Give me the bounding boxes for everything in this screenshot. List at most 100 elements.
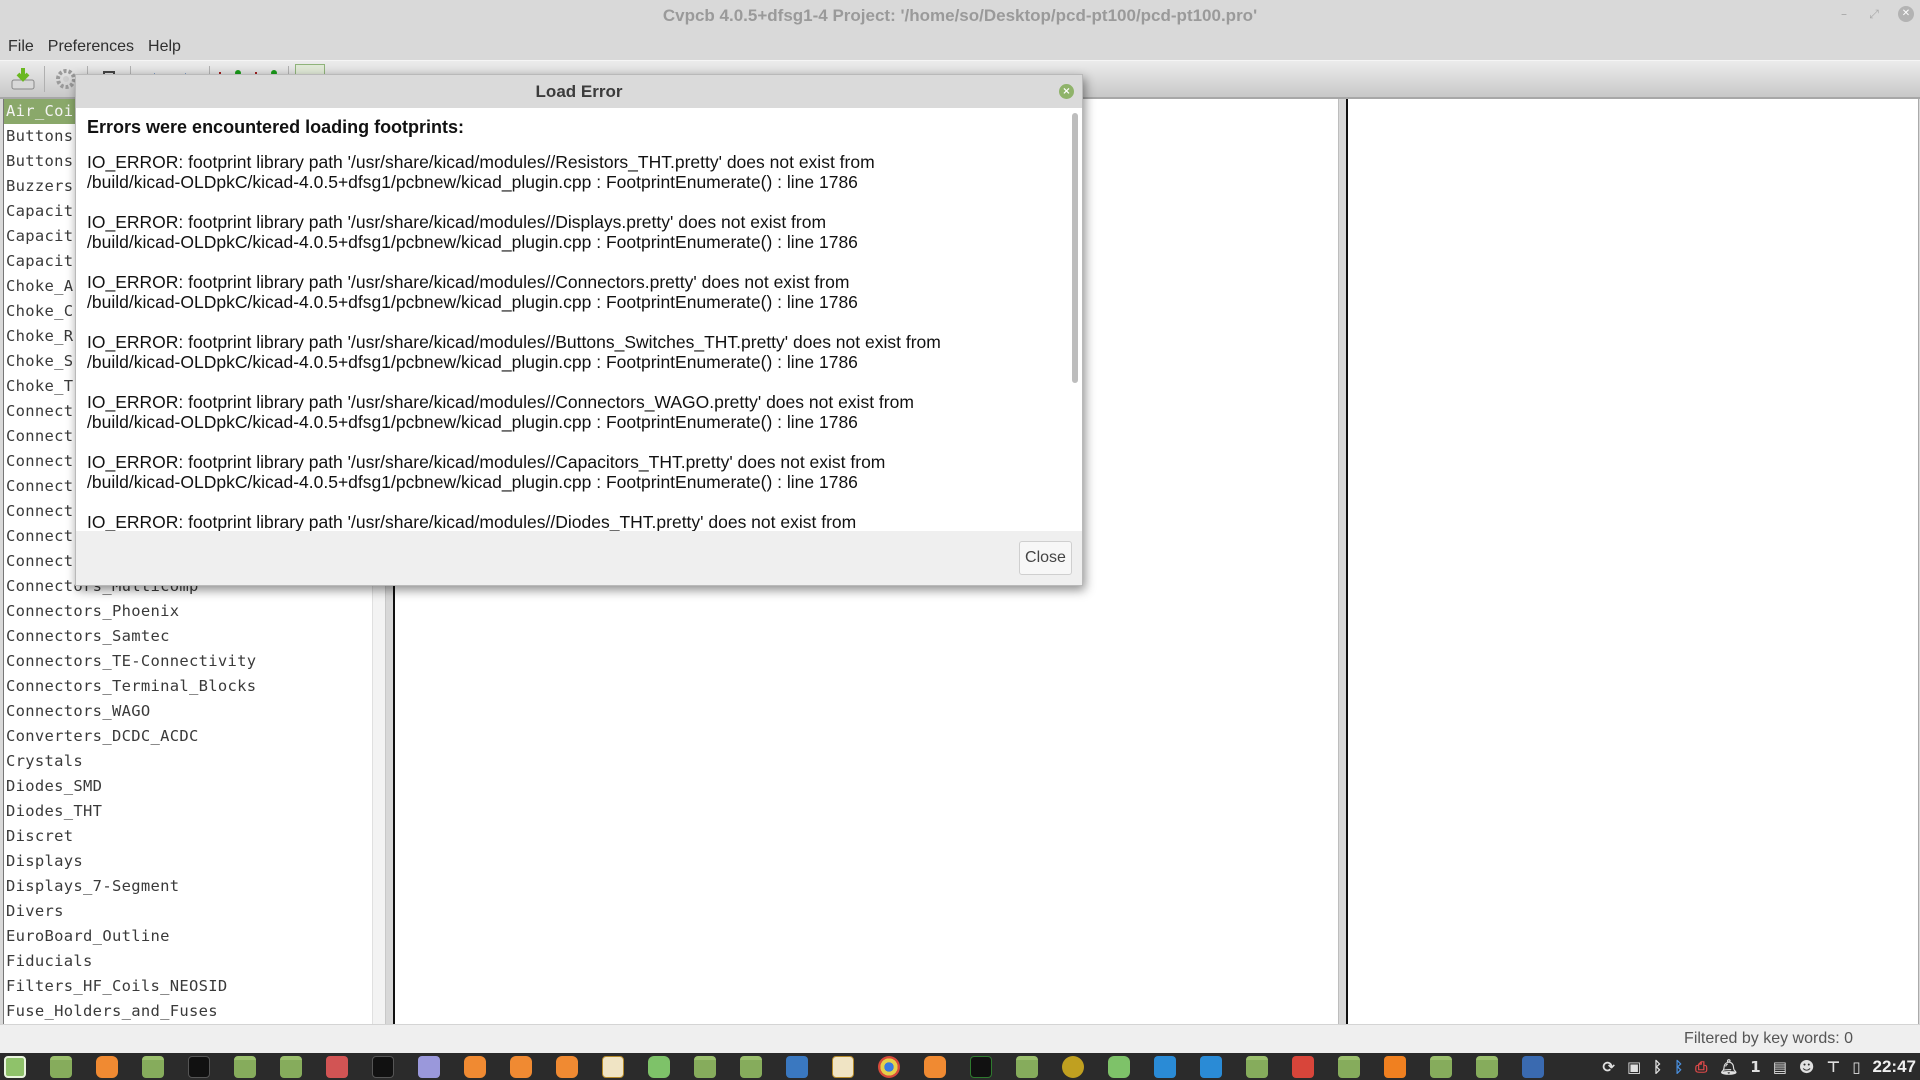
toolbar-separator <box>44 66 45 92</box>
save-button[interactable] <box>8 64 38 94</box>
gimp-icon[interactable] <box>1292 1055 1314 1078</box>
notification-count: 1 <box>1750 1057 1761 1076</box>
bluetooth-icon[interactable]: ᛒ <box>1653 1058 1662 1076</box>
firefox-icon[interactable] <box>556 1055 578 1078</box>
notifications-icon[interactable]: 🔔︎ <box>1719 1058 1738 1076</box>
kicad-icon[interactable] <box>832 1055 854 1078</box>
error-message: IO_ERROR: footprint library path '/usr/s… <box>87 452 886 472</box>
library-list-item[interactable]: Connectors_Samtec <box>4 624 372 649</box>
dialog-scroll-thumb[interactable] <box>1072 113 1078 383</box>
folder-icon[interactable] <box>280 1055 302 1078</box>
library-list-item[interactable]: Divers <box>4 899 372 924</box>
library-list-item[interactable]: Fiducials <box>4 949 372 974</box>
window-titlebar: Cvpcb 4.0.5+dfsg1-4 Project: '/home/so/D… <box>0 0 1920 34</box>
library-list-item[interactable]: Diodes_THT <box>4 799 372 824</box>
terminal-icon[interactable] <box>372 1055 394 1078</box>
error-message: IO_ERROR: footprint library path '/usr/s… <box>87 332 941 352</box>
folder-icon[interactable] <box>1476 1055 1498 1078</box>
error-source: /build/kicad-OLDpkC/kicad-4.0.5+dfsg1/pc… <box>87 352 858 372</box>
folder-icon[interactable] <box>1246 1055 1268 1078</box>
mint-menu-icon[interactable] <box>4 1055 26 1078</box>
update-icon[interactable]: ⟳ <box>1602 1058 1615 1076</box>
close-button[interactable]: Close <box>1019 541 1072 575</box>
menu-help[interactable]: Help <box>148 38 181 56</box>
library-list-item[interactable]: Connectors_Terminal_Blocks <box>4 674 372 699</box>
error-source: /build/kicad-OLDpkC/kicad-4.0.5+dfsg1/pc… <box>87 292 858 312</box>
minimize-icon[interactable]: – <box>1836 6 1852 22</box>
library-list-item[interactable]: Converters_DCDC_ACDC <box>4 724 372 749</box>
terminal-icon[interactable] <box>188 1055 210 1078</box>
error-source: /build/kicad-OLDpkC/kicad-4.0.5+dfsg1/pc… <box>87 412 858 432</box>
dialog-title: Load Error <box>535 82 623 101</box>
dialog-heading: Errors were encountered loading footprin… <box>87 117 465 137</box>
firefox-icon[interactable] <box>464 1055 486 1078</box>
firefox-icon[interactable] <box>96 1055 118 1078</box>
library-list-item[interactable]: Filters_HF_Coils_NEOSID <box>4 974 372 999</box>
text-editor-icon[interactable] <box>418 1055 440 1078</box>
library-list-item[interactable]: Connectors_TE-Connectivity <box>4 649 372 674</box>
workspace-icon[interactable]: ▤ <box>1773 1058 1787 1076</box>
show-desktop-icon[interactable] <box>50 1055 72 1078</box>
status-filter-text: Filtered by key words: 0 <box>1684 1030 1853 1047</box>
dialog-titlebar[interactable]: Load Error × <box>76 75 1082 108</box>
folder-icon[interactable] <box>234 1055 256 1078</box>
folder-icon[interactable] <box>694 1055 716 1078</box>
dialog-close-icon[interactable]: × <box>1059 84 1074 99</box>
footprint-list[interactable] <box>1346 99 1919 1024</box>
folder-icon[interactable] <box>142 1055 164 1078</box>
error-entry: IO_ERROR: footprint library path '/usr/s… <box>87 512 1071 531</box>
document-icon[interactable] <box>1200 1055 1222 1078</box>
library-list-item[interactable]: Displays_7-Segment <box>4 874 372 899</box>
taskbar: ⟳ ▣ ᛒ ᛒ ⎙ 🔔︎ 1 ▤ ☻ ⊤ ▯ 22:47 <box>0 1053 1920 1080</box>
network-icon[interactable]: ⊤ <box>1827 1058 1841 1076</box>
upload-app-icon[interactable] <box>1108 1055 1130 1078</box>
close-window-icon[interactable]: ✕ <box>1898 6 1914 22</box>
error-entry: IO_ERROR: footprint library path '/usr/s… <box>87 452 1071 492</box>
maximize-icon[interactable]: ⤢ <box>1866 6 1882 22</box>
document-icon[interactable] <box>1154 1055 1176 1078</box>
folder-icon[interactable] <box>1338 1055 1360 1078</box>
library-list-item[interactable]: Discret <box>4 824 372 849</box>
firefox-icon[interactable] <box>924 1055 946 1078</box>
glasses-app-icon[interactable] <box>326 1055 348 1078</box>
library-list-item[interactable]: Fuse_Holders_and_Fuses <box>4 999 372 1024</box>
battery-icon[interactable]: ▯ <box>1852 1058 1860 1076</box>
media-player-icon[interactable] <box>1384 1055 1406 1078</box>
library-list-item[interactable]: Connectors_Phoenix <box>4 599 372 624</box>
error-message: IO_ERROR: footprint library path '/usr/s… <box>87 152 875 172</box>
bluetooth-active-icon[interactable]: ᛒ <box>1674 1058 1683 1076</box>
error-entry: IO_ERROR: footprint library path '/usr/s… <box>87 212 1071 252</box>
error-entry: IO_ERROR: footprint library path '/usr/s… <box>87 152 1071 192</box>
error-source: /build/kicad-OLDpkC/kicad-4.0.5+dfsg1/pc… <box>87 232 858 252</box>
menu-file[interactable]: File <box>8 38 34 56</box>
virtualbox-icon[interactable] <box>1522 1055 1544 1078</box>
library-list-item[interactable]: EuroBoard_Outline <box>4 924 372 949</box>
load-error-dialog: Load Error × Errors were encountered loa… <box>75 74 1083 586</box>
menubar: File Preferences Help <box>0 34 1920 60</box>
user-icon[interactable]: ☻ <box>1799 1058 1815 1076</box>
menu-preferences[interactable]: Preferences <box>48 38 134 56</box>
error-entry: IO_ERROR: footprint library path '/usr/s… <box>87 332 1071 372</box>
folder-icon[interactable] <box>1016 1055 1038 1078</box>
library-list-item[interactable]: Crystals <box>4 749 372 774</box>
save-icon <box>11 68 35 90</box>
folder-icon[interactable] <box>740 1055 762 1078</box>
system-monitor-icon[interactable] <box>970 1055 992 1078</box>
kicad-icon[interactable] <box>602 1055 624 1078</box>
download-manager-icon[interactable] <box>786 1055 808 1078</box>
calculator-icon[interactable] <box>648 1055 670 1078</box>
firefox-icon[interactable] <box>510 1055 532 1078</box>
image-icon[interactable]: ▣ <box>1627 1058 1641 1076</box>
error-message: IO_ERROR: footprint library path '/usr/s… <box>87 212 827 232</box>
matlab-icon[interactable] <box>1062 1055 1084 1078</box>
clock[interactable]: 22:47 <box>1873 1057 1916 1077</box>
library-list-item[interactable]: Connectors_WAGO <box>4 699 372 724</box>
chrome-icon[interactable] <box>878 1055 900 1078</box>
printer-error-icon[interactable]: ⎙ <box>1695 1058 1707 1076</box>
folder-icon[interactable] <box>1430 1055 1452 1078</box>
splitter-right[interactable] <box>1338 99 1346 1024</box>
library-list-item[interactable]: Diodes_SMD <box>4 774 372 799</box>
error-source: /build/kicad-OLDpkC/kicad-4.0.5+dfsg1/pc… <box>87 472 858 492</box>
dialog-scrollbar[interactable] <box>1072 111 1080 528</box>
library-list-item[interactable]: Displays <box>4 849 372 874</box>
